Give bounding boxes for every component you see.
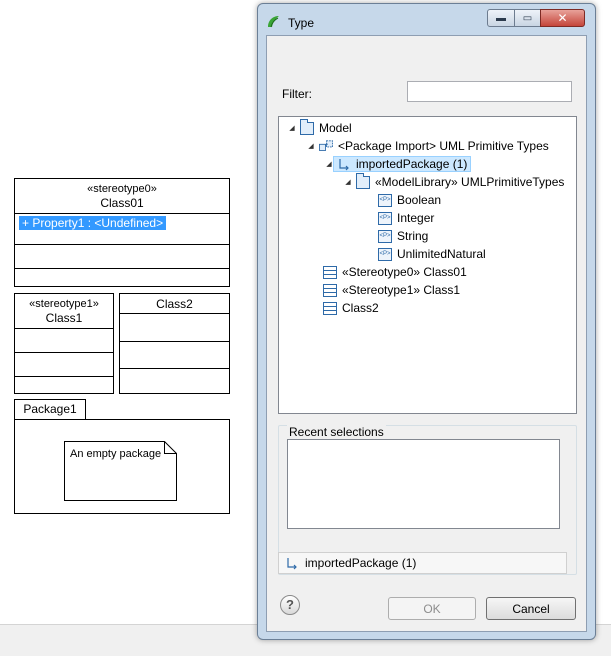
divider [15,268,229,269]
class01-property[interactable]: + Property1 : <Undefined> [19,216,167,230]
divider [15,352,113,353]
package1-tab[interactable]: Package1 [14,399,86,420]
element-import-arrow-icon [287,557,297,569]
close-button[interactable]: ✕ [540,9,585,27]
class1-box[interactable]: «stereotype1» Class1 [14,293,114,394]
dialog-title: Type [288,16,315,30]
tree-item-label: Integer [397,211,435,225]
tree-item-label: «Stereotype1» Class1 [342,283,461,297]
class-icon [323,283,337,297]
tree-item-label: «Stereotype0» Class01 [342,265,467,279]
note-text: An empty package [70,448,162,460]
package-icon [356,172,370,189]
selection-status-text: importedPackage (1) [305,556,417,570]
class-icon [323,265,337,279]
tree-item-class2[interactable]: Class2 [323,299,379,317]
class-icon [323,301,337,315]
class01-box[interactable]: «stereotype0» Class01 + Property1 : <Und… [14,178,230,287]
tree-item-label: Model [319,121,352,135]
divider [120,313,229,314]
divider [15,328,113,329]
tree-item-class01[interactable]: «Stereotype0» Class01 [323,263,467,281]
divider [15,244,229,245]
type-dialog: Type ▬ ▭ ✕ Filter: ◢ Model ◢ <Package Im… [257,3,596,640]
class1-name: Class1 [45,311,83,325]
ok-button[interactable]: OK [388,597,476,620]
type-tree[interactable]: ◢ Model ◢ <Package Import> UML Primitive… [278,116,577,414]
tree-item-label: Boolean [397,193,442,207]
help-icon[interactable]: ? [280,595,300,615]
maximize-button[interactable]: ▭ [514,9,541,27]
tree-item-model-library[interactable]: ◢ «ModelLibrary» UMLPrimitiveTypes [343,172,565,191]
expand-toggle-icon[interactable]: ◢ [306,142,316,150]
recent-selections-list[interactable] [287,439,560,529]
primitive-type-icon: <P> [378,193,392,207]
tree-item-label: UnlimitedNatural [397,247,486,261]
tree-item-label: «ModelLibrary» UMLPrimitiveTypes [375,175,565,189]
recent-selections-label: Recent selections [287,425,386,439]
minimize-button[interactable]: ▬ [487,9,515,27]
element-import-arrow-icon [339,158,349,170]
expand-toggle-icon[interactable]: ◢ [287,124,297,132]
primitive-type-icon: <P> [378,211,392,225]
papyrus-icon [268,16,279,28]
divider [120,368,229,369]
tree-item-boolean[interactable]: <P> Boolean [378,191,441,209]
class2-name: Class2 [156,297,193,311]
expand-toggle-icon[interactable]: ◢ [343,178,353,186]
tree-item-class1[interactable]: «Stereotype1» Class1 [323,281,460,299]
selection-status: importedPackage (1) [278,552,567,574]
tree-item-label: <Package Import> UML Primitive Types [338,139,549,153]
class01-stereotype: «stereotype0» [87,183,157,195]
filter-label: Filter: [282,87,312,101]
tree-item-label: Class2 [342,301,379,315]
class01-name: Class01 [100,196,144,210]
divider [15,213,229,214]
cancel-button[interactable]: Cancel [486,597,576,620]
primitive-type-icon: <P> [378,247,392,261]
divider [15,376,113,377]
tree-item-label: importedPackage (1) [356,157,468,171]
filter-input[interactable] [407,81,572,102]
tree-item-model[interactable]: ◢ Model [287,118,352,137]
tree-item-selected[interactable]: importedPackage (1) [333,156,472,172]
tree-item-integer[interactable]: <P> Integer [378,209,434,227]
package-icon [300,118,314,135]
tree-item-imported-package[interactable]: ◢ importedPackage (1) [324,155,472,173]
dialog-content: Filter: ◢ Model ◢ <Package Import> UML P… [266,35,587,632]
package-import-icon [319,139,333,151]
tree-item-package-import[interactable]: ◢ <Package Import> UML Primitive Types [306,137,549,155]
class2-box[interactable]: Class2 [119,293,230,394]
tree-item-label: String [397,229,429,243]
class1-stereotype: «stereotype1» [29,298,99,310]
tree-item-string[interactable]: <P> String [378,227,428,245]
tree-item-unlimited-natural[interactable]: <P> UnlimitedNatural [378,245,486,263]
divider [120,341,229,342]
primitive-type-icon: <P> [378,229,392,243]
